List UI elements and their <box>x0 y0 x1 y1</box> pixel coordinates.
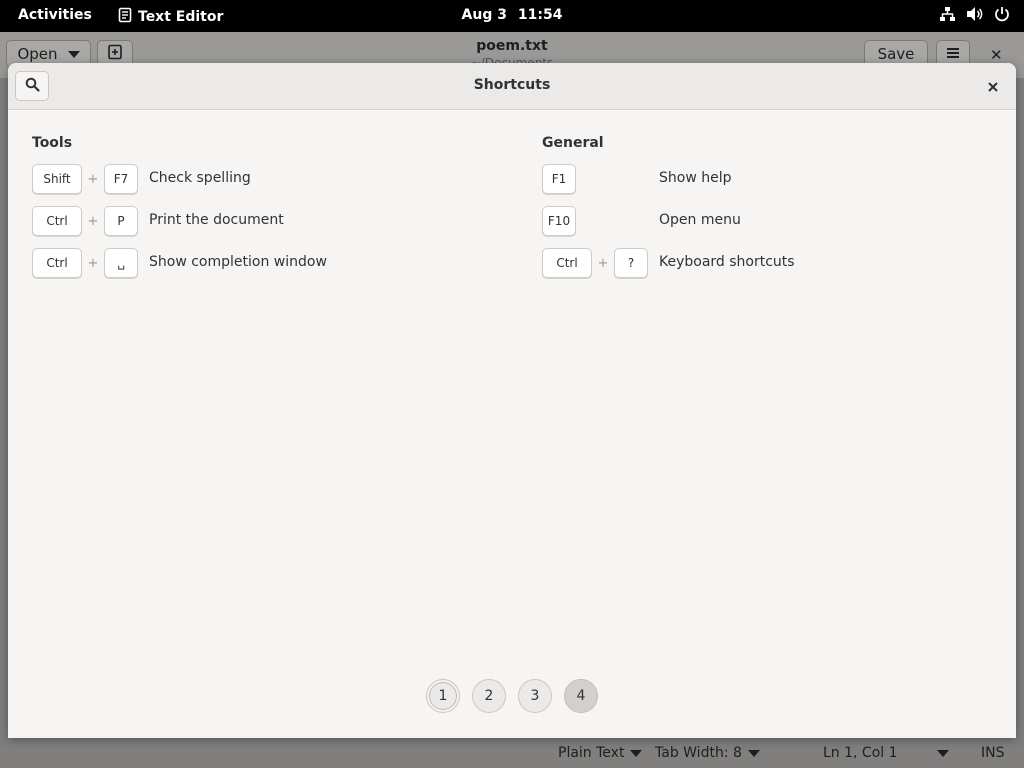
shortcut-row-completion: Ctrl + ␣ <box>32 247 138 279</box>
key-cap: F1 <box>542 164 576 194</box>
chevron-down-icon <box>747 749 760 757</box>
shortcut-row-keyboard-shortcuts: Ctrl + ? <box>542 247 648 279</box>
clock[interactable]: Aug 3 11:54 <box>0 7 1024 23</box>
status-bar: Plain Text Tab Width: 8 Ln 1, Col 1 INS <box>0 738 1024 768</box>
chevron-down-icon <box>937 749 949 757</box>
tab-width-label: Tab Width: 8 <box>655 745 742 761</box>
hamburger-icon <box>947 45 959 63</box>
shortcut-description: Print the document <box>149 212 284 228</box>
shortcut-description: Show help <box>659 170 732 186</box>
key-cap: Ctrl <box>32 206 82 236</box>
key-cap: P <box>104 206 138 236</box>
network-icon <box>939 6 956 22</box>
window-close-button[interactable]: ✕ <box>990 46 1003 64</box>
chevron-down-icon <box>630 749 643 757</box>
clock-time: 11:54 <box>517 7 563 23</box>
shortcut-description: Show completion window <box>149 254 327 270</box>
page-button-4[interactable]: 4 <box>564 679 598 713</box>
dialog-close-button[interactable] <box>984 77 1002 95</box>
page-button-1[interactable]: 1 <box>426 679 460 713</box>
cursor-position-label: Ln 1, Col 1 <box>823 745 898 761</box>
key-cap: F7 <box>104 164 138 194</box>
section-title-tools: Tools <box>32 135 73 151</box>
shortcut-row-help: F1 <box>542 163 576 195</box>
space-key-cap: ␣ <box>104 248 138 278</box>
key-cap: Ctrl <box>542 248 592 278</box>
plus-separator: + <box>87 213 99 229</box>
language-label: Plain Text <box>558 745 625 761</box>
dialog-titlebar: Shortcuts <box>8 63 1016 110</box>
plus-separator: + <box>597 255 609 271</box>
plus-separator: + <box>87 171 99 187</box>
key-cap: ? <box>614 248 648 278</box>
cursor-position-selector[interactable]: Ln 1, Col 1 <box>823 745 949 761</box>
page-button-2[interactable]: 2 <box>472 679 506 713</box>
power-icon <box>994 6 1010 22</box>
close-icon <box>988 77 998 96</box>
system-status-area[interactable] <box>939 6 1010 22</box>
dialog-title: Shortcuts <box>473 77 551 93</box>
key-cap: Shift <box>32 164 82 194</box>
shortcut-description: Keyboard shortcuts <box>659 254 795 270</box>
volume-icon <box>966 6 984 22</box>
key-cap: F10 <box>542 206 576 236</box>
section-title-general: General <box>542 135 604 151</box>
language-selector[interactable]: Plain Text <box>558 745 643 761</box>
tab-width-selector[interactable]: Tab Width: 8 <box>655 745 760 761</box>
shortcut-description: Open menu <box>659 212 741 228</box>
top-bar: Activities Text Editor Aug 3 11:54 <box>0 0 1024 32</box>
plus-separator: + <box>87 255 99 271</box>
clock-date: Aug 3 <box>461 7 507 23</box>
shortcut-description: Check spelling <box>149 170 251 186</box>
page-button-3[interactable]: 3 <box>518 679 552 713</box>
shortcut-row-print: Ctrl + P <box>32 205 138 237</box>
shortcut-row-check-spelling: Shift + F7 <box>32 163 138 195</box>
shortcuts-dialog: Shortcuts Tools Shift + F7 Check spellin… <box>8 63 1016 738</box>
shortcut-row-open-menu: F10 <box>542 205 576 237</box>
insert-mode-indicator: INS <box>981 745 1005 761</box>
key-cap: Ctrl <box>32 248 82 278</box>
